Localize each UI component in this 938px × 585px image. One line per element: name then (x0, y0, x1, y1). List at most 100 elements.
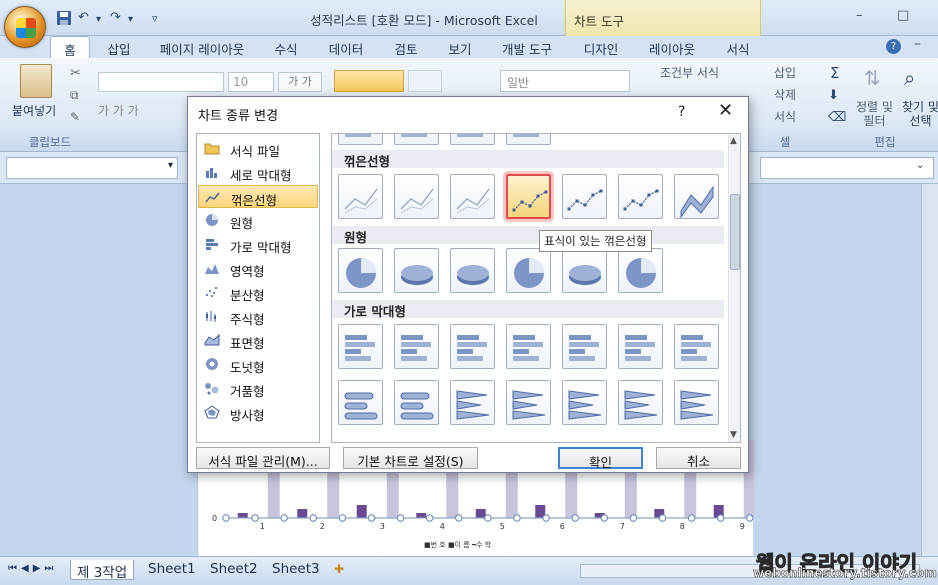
cancel-button[interactable]: 취소 (656, 447, 741, 469)
clear-icon[interactable]: ⌫ (828, 110, 846, 125)
chart-subtype-thumbnail[interactable] (338, 134, 383, 145)
sheet-tab[interactable]: Sheet2 (204, 560, 264, 580)
chart-category-item[interactable]: 서식 파일 (198, 137, 318, 160)
bar-chart-subtype[interactable] (394, 380, 439, 425)
chart-category-item[interactable]: 도넛형 (198, 353, 318, 376)
chart-category-item[interactable]: 표면형 (198, 329, 318, 352)
conditional-format-button[interactable]: 조건부 서식 (660, 64, 719, 81)
chart-category-item[interactable]: 주식형 (198, 305, 318, 328)
expand-formula-icon[interactable]: ⌄ (916, 160, 924, 171)
dialog-close-button[interactable]: ✕ (718, 100, 733, 121)
gallery-scrollbar[interactable] (728, 134, 740, 442)
orientation-icon[interactable] (408, 70, 442, 92)
chart-category-item[interactable]: 꺾은선형 (198, 185, 318, 208)
find-select-button[interactable]: 찾기 및 선택 (902, 100, 938, 128)
format-painter-icon[interactable]: ✎ (70, 110, 80, 124)
chart-category-item[interactable]: 분산형 (198, 281, 318, 304)
sheet-nav-arrows-icon[interactable]: ⏮◀▶⏭ (8, 563, 57, 574)
bar-chart-subtype[interactable] (450, 324, 495, 369)
line-chart-subtype[interactable] (338, 174, 383, 219)
pie-chart-subtype[interactable] (618, 248, 663, 293)
line-chart-subtype[interactable] (618, 174, 663, 219)
paste-label[interactable]: 붙여넣기 (12, 102, 56, 119)
bar-chart-subtype[interactable] (618, 324, 663, 369)
format-cells-button[interactable]: 서식 (774, 108, 796, 125)
scroll-down-icon[interactable]: ▼ (730, 430, 737, 440)
bar-chart-subtype[interactable] (506, 380, 551, 425)
sheet-tab[interactable]: Sheet1 (142, 560, 202, 580)
tab-data[interactable]: 데이터 (318, 36, 374, 58)
chart-category-item[interactable]: 세로 막대형 (198, 161, 318, 184)
pie-chart-subtype[interactable] (338, 248, 383, 293)
bar-chart-subtype[interactable] (618, 380, 663, 425)
tab-developer[interactable]: 개발 도구 (492, 36, 562, 58)
scroll-up-icon[interactable]: ▲ (730, 136, 737, 146)
bar-chart-subtype[interactable] (450, 380, 495, 425)
tab-layout[interactable]: 레이아웃 (640, 36, 704, 58)
ok-button[interactable]: 확인 (558, 447, 643, 470)
office-button[interactable] (4, 6, 46, 48)
tab-format[interactable]: 서식 (716, 36, 760, 58)
bar-chart-subtype[interactable] (338, 324, 383, 369)
chart-category-item[interactable]: 영역형 (198, 257, 318, 280)
pie-chart-subtype[interactable] (394, 248, 439, 293)
paste-icon[interactable] (20, 64, 52, 98)
font-name-box[interactable] (98, 72, 224, 92)
name-box[interactable] (6, 157, 178, 179)
bar-chart-subtype[interactable] (506, 324, 551, 369)
tab-review[interactable]: 검토 (384, 36, 428, 58)
help-icon[interactable]: ? (886, 39, 901, 54)
pie-chart-subtype[interactable] (450, 248, 495, 293)
restore-button[interactable]: □ (897, 8, 909, 23)
font-size-box[interactable]: 10 (228, 72, 274, 92)
sheet-tab[interactable]: Sheet3 (266, 560, 326, 580)
find-icon[interactable]: ⌕ (904, 66, 915, 90)
autosum-icon[interactable]: Σ (830, 64, 839, 82)
chart-subtype-thumbnail[interactable] (450, 134, 495, 145)
tab-insert[interactable]: 삽입 (96, 36, 142, 58)
tab-home[interactable]: 홈 (50, 36, 90, 58)
chart-category-item[interactable]: 방사형 (198, 401, 318, 424)
name-box-dropdown-icon[interactable]: ▾ (168, 160, 173, 171)
chart-category-item[interactable]: 원형 (198, 209, 318, 232)
chart-subtype-thumbnail[interactable] (394, 134, 439, 145)
bar-chart-subtype[interactable] (674, 380, 719, 425)
line-chart-subtype[interactable] (450, 174, 495, 219)
line-chart-subtype[interactable] (506, 174, 551, 219)
chart-category-item[interactable]: 가로 막대형 (198, 233, 318, 256)
chart-category-item[interactable]: 거품형 (198, 377, 318, 400)
bar-chart-subtype[interactable] (562, 324, 607, 369)
sort-filter-icon[interactable]: ⇅ (864, 66, 881, 90)
minimize-ribbon-icon[interactable]: – (914, 36, 921, 52)
tab-page-layout[interactable]: 페이지 레이아웃 (150, 36, 254, 58)
number-format-box[interactable]: 일반 (500, 70, 630, 92)
bar-chart-subtype[interactable] (338, 380, 383, 425)
fill-icon[interactable]: ⬇ (828, 88, 839, 103)
cut-icon[interactable]: ✂ (70, 66, 81, 81)
bar-chart-subtype[interactable] (394, 324, 439, 369)
manage-templates-button[interactable]: 서식 파일 관리(M)... (196, 447, 330, 469)
formula-input[interactable] (760, 157, 934, 179)
sheet-tab-active[interactable]: 제 3작업 (70, 560, 135, 581)
dialog-help-button[interactable]: ? (678, 104, 685, 120)
delete-cells-button[interactable]: 삭제 (774, 86, 796, 103)
set-default-chart-button[interactable]: 기본 차트로 설정(S) (343, 447, 478, 469)
copy-icon[interactable]: ⧉ (70, 88, 79, 103)
chart-subtype-thumbnail[interactable] (506, 134, 551, 145)
bar-chart-subtype[interactable] (674, 324, 719, 369)
insert-cells-button[interactable]: 삽입 (774, 64, 796, 81)
insert-sheet-icon[interactable]: ✚ (334, 562, 344, 576)
pie-chart-subtype[interactable] (506, 248, 551, 293)
sort-filter-button[interactable]: 정렬 및 필터 (856, 100, 893, 128)
gallery-scroll-thumb[interactable] (730, 194, 740, 270)
bar-chart-subtype[interactable] (562, 380, 607, 425)
align-buttons[interactable] (334, 70, 404, 92)
pie-chart-subtype[interactable] (562, 248, 607, 293)
bold-italic-icons[interactable]: 가 가 가 (98, 102, 158, 122)
grow-font-icon[interactable]: 가 가 (278, 72, 322, 92)
line-chart-subtype[interactable] (674, 174, 719, 219)
line-chart-subtype[interactable] (394, 174, 439, 219)
line-chart-subtype[interactable] (562, 174, 607, 219)
minimize-button[interactable]: – (856, 8, 863, 23)
tab-design[interactable]: 디자인 (574, 36, 628, 58)
